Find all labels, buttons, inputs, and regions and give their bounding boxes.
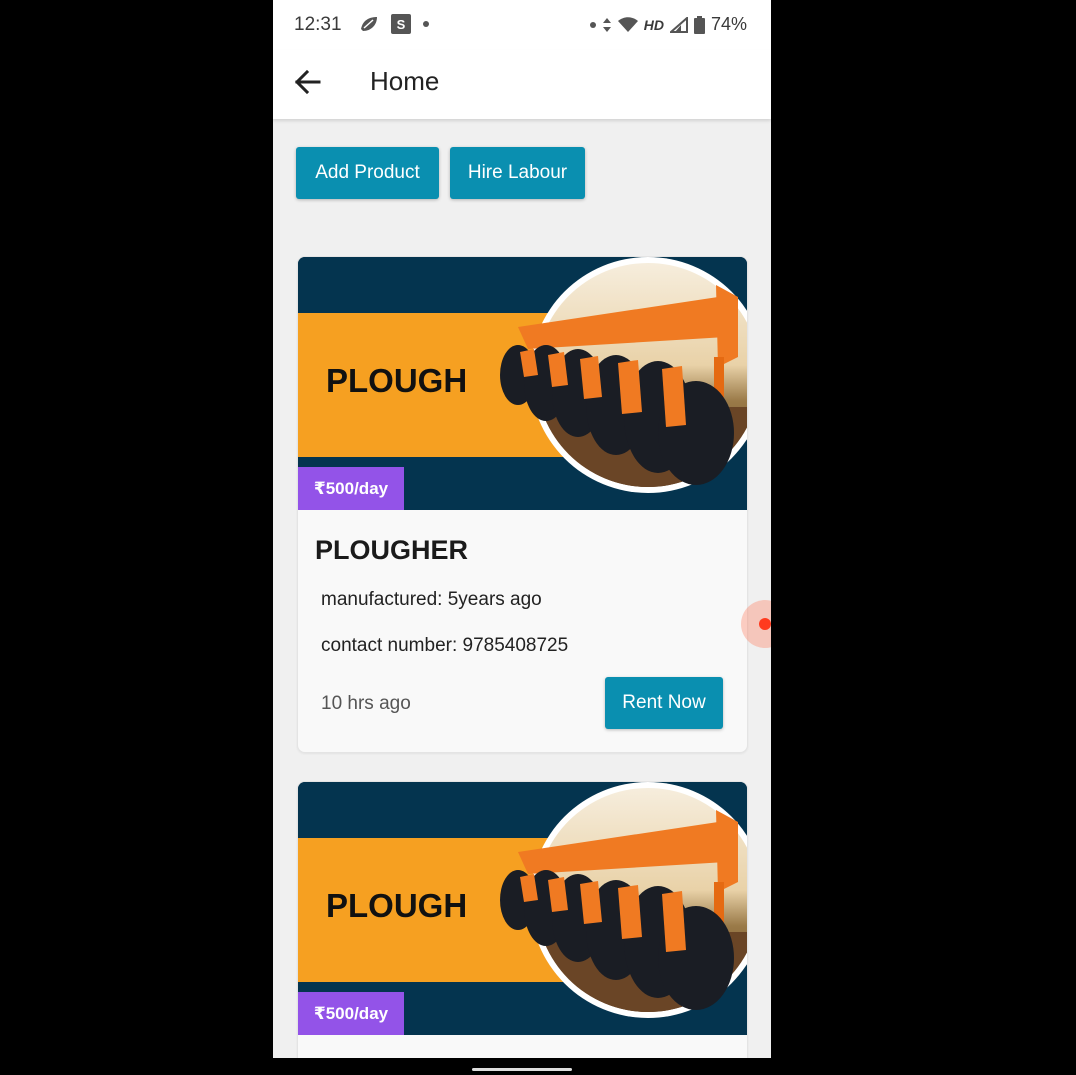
home-indicator[interactable] [472,1068,572,1071]
battery-icon [693,15,705,34]
leaf-icon [359,15,379,33]
product-banner-image: PLOUGH ₹500/day [298,257,747,510]
manufactured-text: manufactured: 5years ago [321,589,542,610]
status-right-icons: HD 74% [589,14,747,35]
phone-screen: 12:31 S HD 74% Home Add Product Hire Lab… [273,0,771,1058]
price-badge: ₹500/day [298,467,404,510]
touch-dot [759,618,771,630]
status-left-icons: S [359,14,429,34]
app-bar: Home [273,50,771,119]
arrow-left-icon[interactable] [293,68,325,96]
add-product-button[interactable]: Add Product [296,147,439,199]
s-app-icon: S [391,14,411,34]
page-title: Home [370,66,440,96]
banner-plough-text: PLOUGH [326,887,467,924]
product-card[interactable]: PLOUGH ₹500/day PLOUGHER manufactured: 5… [297,256,748,753]
hire-labour-button[interactable]: Hire Labour [450,147,585,199]
price-badge: ₹500/day [298,992,404,1035]
action-buttons: Add Product Hire Labour [296,147,585,199]
status-bar: 12:31 S HD 74% [273,0,771,50]
rent-now-button[interactable]: Rent Now [605,677,723,729]
product-title: PLOUGHER [315,535,469,565]
network-type: HD [643,16,664,33]
product-banner-image: PLOUGH ₹500/day [298,782,747,1035]
posted-time: 10 hrs ago [321,693,411,714]
status-time: 12:31 [294,14,342,35]
banner-plough-text: PLOUGH [326,362,467,399]
battery-percent: 74% [710,14,747,34]
dot-icon [589,21,596,28]
dot-icon [423,21,429,27]
signal-icon [669,16,688,33]
data-arrows-icon [602,17,611,32]
product-card[interactable]: PLOUGH ₹500/day [297,781,748,1058]
wifi-icon [617,16,638,32]
contact-number-text: contact number: 9785408725 [321,635,569,656]
